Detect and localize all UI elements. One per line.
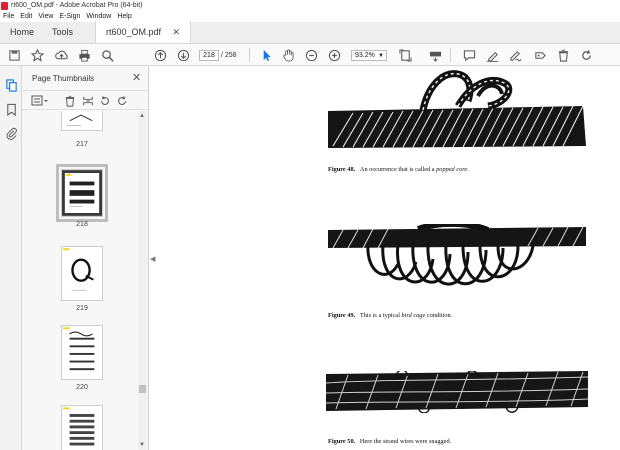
- thumbnail-list: 217 218 219 220: [22, 111, 138, 450]
- chevron-down-icon: ▼: [378, 52, 384, 59]
- comment-icon[interactable]: [461, 47, 477, 63]
- page-thumbnail-label: 220: [76, 384, 88, 391]
- page-thumbnail-label: 217: [76, 141, 88, 148]
- zoom-out-icon[interactable]: [303, 47, 319, 63]
- upload-cloud-icon[interactable]: [53, 47, 69, 63]
- toolbar-divider: [249, 48, 250, 62]
- search-zoom-icon[interactable]: [99, 47, 115, 63]
- scrollbar-thumb[interactable]: [139, 385, 146, 393]
- bookmark-star-icon[interactable]: [29, 47, 45, 63]
- menu-esign[interactable]: E-Sign: [59, 13, 80, 20]
- zoom-level-value: 93.2%: [355, 52, 375, 59]
- tab-home[interactable]: Home: [0, 21, 44, 43]
- page-total: / 258: [221, 52, 237, 59]
- hand-tool-icon[interactable]: [280, 47, 296, 63]
- window-title: rt600_OM.pdf - Adobe Acrobat Pro (64-bit…: [11, 2, 143, 9]
- scroll-down-icon[interactable]: ▼: [139, 442, 145, 448]
- save-icon[interactable]: [6, 47, 22, 63]
- zoom-level-select[interactable]: 93.2% ▼: [351, 50, 387, 61]
- page-thumbnail-label: 219: [76, 305, 88, 312]
- bookmarks-icon[interactable]: [4, 102, 18, 116]
- menu-window[interactable]: Window: [86, 13, 111, 20]
- insert-page-icon[interactable]: [81, 94, 94, 107]
- scroll-up-icon[interactable]: ▲: [139, 113, 145, 119]
- delete-page-icon[interactable]: [63, 94, 76, 107]
- menu-help[interactable]: Help: [117, 13, 131, 20]
- figure-48-caption: Figure 48. An occurrence that is called …: [328, 166, 469, 173]
- highlight-pen-icon[interactable]: [484, 47, 500, 63]
- attachments-icon[interactable]: [4, 126, 18, 140]
- close-panel-icon[interactable]: ✕: [132, 71, 141, 84]
- collapse-panel-icon[interactable]: ◀: [150, 255, 155, 263]
- redo-icon[interactable]: [115, 94, 128, 107]
- thumbnail-options-icon[interactable]: [31, 94, 49, 107]
- print-icon[interactable]: [76, 47, 92, 63]
- trash-icon[interactable]: [555, 47, 571, 63]
- tab-document[interactable]: rt600_OM.pdf ✕: [95, 21, 192, 43]
- figure-50-caption: Figure 50. Here the strand wires were sn…: [328, 438, 452, 445]
- main-toolbar: 218 / 258 93.2% ▼: [0, 44, 620, 66]
- zoom-in-icon[interactable]: [326, 47, 342, 63]
- page-thumbnails-icon[interactable]: [4, 78, 18, 92]
- rotate-icon[interactable]: [578, 47, 594, 63]
- page-thumbnail[interactable]: [61, 246, 103, 301]
- figure-49-image: [328, 224, 586, 286]
- keyboard-icon[interactable]: [427, 47, 443, 63]
- close-tab-icon[interactable]: ✕: [172, 27, 180, 38]
- undo-icon[interactable]: [98, 94, 111, 107]
- page-thumbnail[interactable]: [61, 111, 103, 131]
- page-thumbnail[interactable]: [61, 405, 103, 450]
- tab-bar: Home Tools rt600_OM.pdf ✕: [0, 21, 620, 44]
- fit-page-icon[interactable]: [397, 47, 413, 63]
- navigation-rail: [0, 66, 22, 450]
- menu-file[interactable]: File: [3, 13, 14, 20]
- tab-document-label: rt600_OM.pdf: [106, 27, 162, 37]
- panel-toolbar: [22, 90, 149, 110]
- page-thumbnail[interactable]: [61, 325, 103, 380]
- figure-50-image: [326, 371, 589, 413]
- menu-edit[interactable]: Edit: [20, 13, 32, 20]
- menu-view[interactable]: View: [38, 13, 53, 20]
- sign-icon[interactable]: [507, 47, 523, 63]
- page-thumbnails-panel: Page Thumbnails ✕ 217 218 219 220 ▲ ▼: [22, 66, 149, 450]
- figure-49-caption: Figure 49. This is a typical bird cage c…: [328, 312, 453, 319]
- page-thumbnail-selected[interactable]: [56, 164, 108, 222]
- toolbar-divider: [450, 48, 451, 62]
- previous-page-icon[interactable]: [152, 47, 168, 63]
- pdf-app-icon: [1, 1, 8, 10]
- panel-title: Page Thumbnails: [32, 74, 95, 83]
- page-thumbnail-label: 218: [76, 221, 88, 228]
- tab-tools[interactable]: Tools: [44, 21, 95, 43]
- thumbnail-scrollbar[interactable]: ▲ ▼: [138, 111, 147, 450]
- document-view[interactable]: Figure 48. An occurrence that is called …: [158, 66, 620, 450]
- figure-48-image: [328, 70, 586, 148]
- next-page-icon[interactable]: [175, 47, 191, 63]
- stamp-tag-icon[interactable]: [532, 47, 548, 63]
- select-cursor-icon[interactable]: [258, 47, 274, 63]
- title-bar: rt600_OM.pdf - Adobe Acrobat Pro (64-bit…: [0, 0, 620, 11]
- page-number-input[interactable]: 218: [199, 50, 219, 61]
